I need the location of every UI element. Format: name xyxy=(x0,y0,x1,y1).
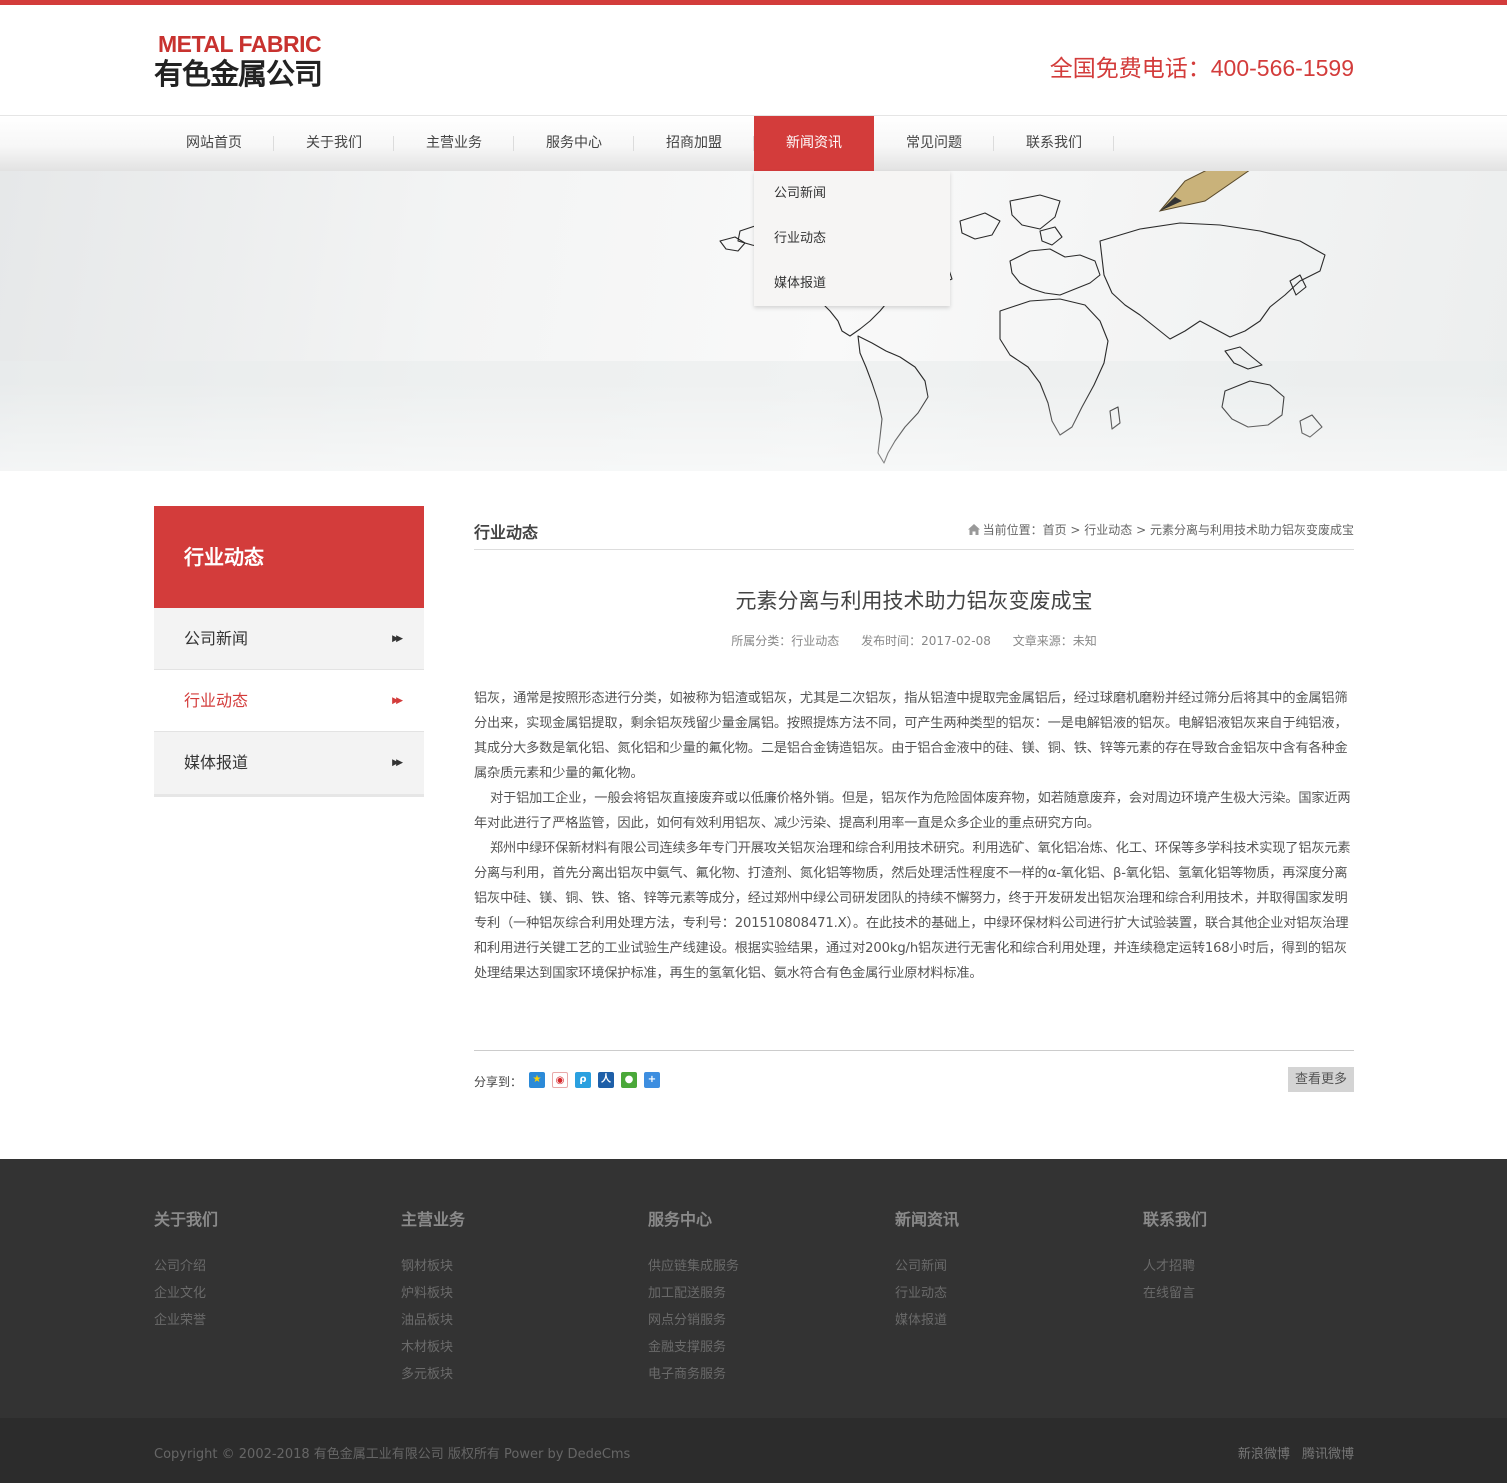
dropdown-item-media-reports[interactable]: 媒体报道 xyxy=(754,261,950,306)
share-icons: ★ ◉ ρ 人 ● + xyxy=(529,1072,667,1088)
weibo-icon[interactable]: ◉ xyxy=(552,1072,568,1088)
sidebar-title: 行业动态 xyxy=(154,506,424,608)
nav-item-home[interactable]: 网站首页 xyxy=(154,116,274,171)
double-chevron-right-icon: ▶▶ xyxy=(392,634,403,644)
footer-link[interactable]: 炉料板块 xyxy=(401,1280,465,1307)
footer-link[interactable]: 网点分销服务 xyxy=(648,1307,739,1334)
content-header: 行业动态 当前位置：首页 > 行业动态 > 元素分离与利用技术助力铝灰变废成宝 xyxy=(474,506,1354,550)
breadcrumb-home-link[interactable]: 首页 xyxy=(1043,523,1067,537)
footer-column-business: 主营业务 钢材板块 炉料板块 油品板块 木材板块 多元板块 xyxy=(401,1209,465,1388)
footer-column-title: 新闻资讯 xyxy=(895,1210,960,1229)
article-paragraph: 铝灰，通常是按照形态进行分类，如被称为铝渣或铝灰，尤其是二次铝灰，指从铝渣中提取… xyxy=(474,691,1348,781)
footer-link[interactable]: 油品板块 xyxy=(401,1307,465,1334)
footer-link[interactable]: 人才招聘 xyxy=(1143,1253,1207,1280)
footer-column-about: 关于我们 公司介绍 企业文化 企业荣誉 xyxy=(154,1209,218,1334)
logo[interactable]: METAL FABRIC 有色金属公司 xyxy=(154,31,354,95)
section-title: 行业动态 xyxy=(474,523,539,542)
article-meta: 所属分类：行业动态 发布时间：2017-02-08 文章来源：未知 xyxy=(474,632,1354,649)
logo-english: METAL FABRIC xyxy=(158,31,322,57)
hotline: 全国免费电话：400-566-1599 xyxy=(1050,54,1354,83)
qzone-icon[interactable]: ★ xyxy=(529,1072,545,1088)
footer-link[interactable]: 公司新闻 xyxy=(895,1253,959,1280)
footer-column-service: 服务中心 供应链集成服务 加工配送服务 网点分销服务 金融支撑服务 电子商务服务 xyxy=(648,1209,739,1388)
footer-link[interactable]: 供应链集成服务 xyxy=(648,1253,739,1280)
social-links: 新浪微博 腾讯微博 xyxy=(1230,1443,1354,1462)
sidebar-item-company-news[interactable]: 公司新闻 ▶▶ xyxy=(154,608,424,670)
main-nav: 网站首页 关于我们 主营业务 服务中心 招商加盟 新闻资讯 常见问题 联系我们 xyxy=(0,116,1507,171)
footer-link[interactable]: 在线留言 xyxy=(1143,1280,1207,1307)
breadcrumb-separator: > xyxy=(1066,523,1085,537)
nav-item-contact[interactable]: 联系我们 xyxy=(994,116,1114,171)
logo-chinese: 有色金属公司 xyxy=(154,57,323,91)
article-paragraph: 郑州中绿环保新材料有限公司连续多年专门开展攻关铝灰治理和综合利用技术研究。利用选… xyxy=(474,841,1351,981)
tencent-weibo-icon[interactable]: ρ xyxy=(575,1072,591,1088)
nav-item-news[interactable]: 新闻资讯 xyxy=(754,116,874,171)
article-source: 文章来源：未知 xyxy=(1012,634,1097,648)
nav-item-franchise[interactable]: 招商加盟 xyxy=(634,116,754,171)
breadcrumb-current[interactable]: 元素分离与利用技术助力铝灰变废成宝 xyxy=(1150,523,1354,537)
footer-column-title: 主营业务 xyxy=(401,1210,466,1229)
news-dropdown-menu: 公司新闻 行业动态 媒体报道 xyxy=(754,171,950,306)
footer-column-contact: 联系我们 人才招聘 在线留言 xyxy=(1143,1209,1207,1307)
breadcrumb: 当前位置：首页 > 行业动态 > 元素分离与利用技术助力铝灰变废成宝 xyxy=(967,521,1354,538)
article-category: 所属分类：行业动态 xyxy=(731,634,840,648)
dropdown-item-industry-news[interactable]: 行业动态 xyxy=(754,216,950,261)
share-label: 分享到： xyxy=(474,1075,523,1089)
footer-link[interactable]: 媒体报道 xyxy=(895,1307,959,1334)
nav-item-business[interactable]: 主营业务 xyxy=(394,116,514,171)
hotline-number: 400-566-1599 xyxy=(1210,55,1354,81)
footer-link[interactable]: 行业动态 xyxy=(895,1280,959,1307)
article-body: 铝灰，通常是按照形态进行分类，如被称为铝渣或铝灰，尤其是二次铝灰，指从铝渣中提取… xyxy=(474,686,1354,986)
footer-link[interactable]: 钢材板块 xyxy=(401,1253,465,1280)
copyright: Copyright © 2002-2018 有色金属工业有限公司 版权所有 Po… xyxy=(154,1447,631,1462)
footer-column-title: 服务中心 xyxy=(648,1210,713,1229)
more-share-icon[interactable]: + xyxy=(644,1072,660,1088)
footer-link[interactable]: 企业文化 xyxy=(154,1280,218,1307)
breadcrumb-category-link[interactable]: 行业动态 xyxy=(1084,523,1132,537)
footer-column-title: 联系我们 xyxy=(1143,1210,1208,1229)
footer-column-news: 新闻资讯 公司新闻 行业动态 媒体报道 xyxy=(895,1209,959,1334)
breadcrumb-prefix: 当前位置： xyxy=(982,523,1043,537)
footer-link[interactable]: 木材板块 xyxy=(401,1334,465,1361)
nav-item-about[interactable]: 关于我们 xyxy=(274,116,394,171)
dropdown-item-company-news[interactable]: 公司新闻 xyxy=(754,171,950,216)
sidebar-menu: 公司新闻 ▶▶ 行业动态 ▶▶ 媒体报道 ▶▶ xyxy=(154,608,424,797)
wechat-icon[interactable]: ● xyxy=(621,1072,637,1088)
sidebar-item-media-reports[interactable]: 媒体报道 ▶▶ xyxy=(154,732,424,797)
footer-link[interactable]: 金融支撑服务 xyxy=(648,1334,739,1361)
tencent-weibo-link[interactable]: 腾讯微博 xyxy=(1302,1447,1354,1462)
nav-item-service[interactable]: 服务中心 xyxy=(514,116,634,171)
hotline-label: 全国免费电话： xyxy=(1049,56,1211,82)
double-chevron-right-icon: ▶▶ xyxy=(392,758,403,768)
article-title: 元素分离与利用技术助力铝灰变废成宝 xyxy=(735,589,1093,613)
sidebar-item-label: 公司新闻 xyxy=(184,629,249,648)
home-icon xyxy=(967,524,980,535)
footer: 关于我们 公司介绍 企业文化 企业荣誉 主营业务 钢材板块 炉料板块 油品板块 … xyxy=(0,1159,1507,1418)
double-chevron-right-icon: ▶▶ xyxy=(392,696,403,706)
footer-link[interactable]: 多元板块 xyxy=(401,1361,465,1388)
sidebar-item-label: 媒体报道 xyxy=(184,753,249,772)
sidebar-item-industry-news[interactable]: 行业动态 ▶▶ xyxy=(154,670,424,732)
article-paragraph: 对于铝加工企业，一般会将铝灰直接废弃或以低廉价格外销。但是，铝灰作为危险固体废弃… xyxy=(474,791,1351,831)
article-date: 发布时间：2017-02-08 xyxy=(861,634,991,648)
footer-link[interactable]: 加工配送服务 xyxy=(648,1280,739,1307)
footer-link[interactable]: 公司介绍 xyxy=(154,1253,218,1280)
nav-item-faq[interactable]: 常见问题 xyxy=(874,116,994,171)
share-bar: 分享到： ★ ◉ ρ 人 ● + 查看更多 xyxy=(474,1050,1354,1094)
footer-link[interactable]: 电子商务服务 xyxy=(648,1361,739,1388)
sidebar-item-label: 行业动态 xyxy=(184,691,249,710)
renren-icon[interactable]: 人 xyxy=(598,1072,614,1088)
breadcrumb-separator: > xyxy=(1132,523,1150,537)
footer-link[interactable]: 企业荣誉 xyxy=(154,1307,218,1334)
sina-weibo-link[interactable]: 新浪微博 xyxy=(1238,1447,1290,1462)
bottom-bar: Copyright © 2002-2018 有色金属工业有限公司 版权所有 Po… xyxy=(0,1418,1507,1483)
view-more-button[interactable]: 查看更多 xyxy=(1288,1067,1354,1092)
footer-column-title: 关于我们 xyxy=(154,1210,219,1229)
header: METAL FABRIC 有色金属公司 全国免费电话：400-566-1599 xyxy=(0,5,1507,116)
